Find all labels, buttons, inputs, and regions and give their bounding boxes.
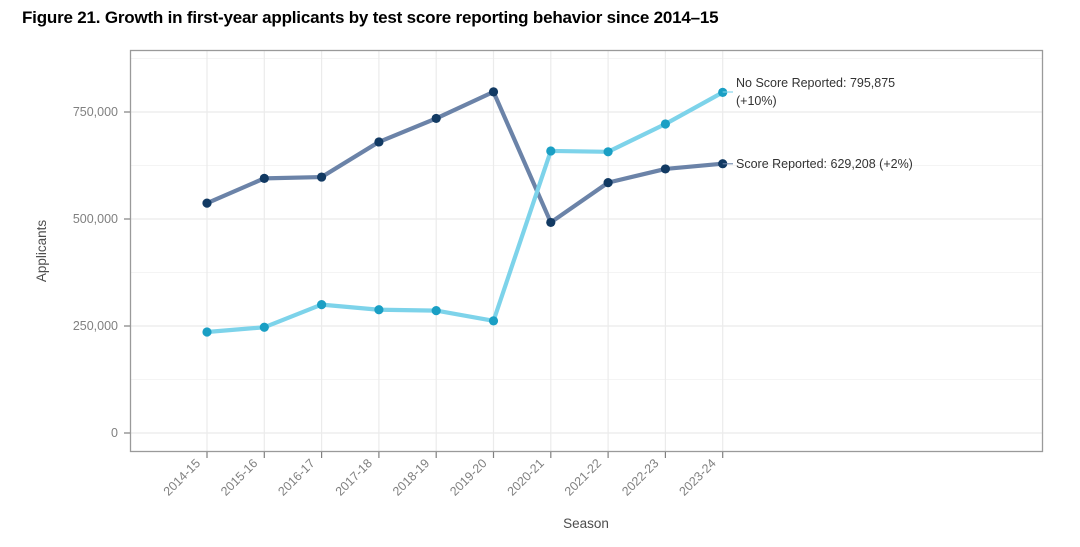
annotation-no-score-line2: (+10%) (736, 94, 777, 108)
data-point[interactable] (202, 198, 212, 208)
y-axis-ticks (124, 111, 130, 434)
data-point[interactable] (660, 164, 671, 174)
plot-panel (130, 50, 1043, 452)
x-tick-label-2023-24: 2023-24 (676, 456, 718, 498)
y-axis-title: Applicants (34, 220, 49, 283)
data-point[interactable] (546, 146, 556, 156)
data-point[interactable] (431, 113, 441, 124)
x-tick-label-2020-21: 2020-21 (505, 456, 547, 498)
x-tick-label-2016-17: 2016-17 (275, 456, 317, 498)
data-point[interactable] (546, 217, 556, 228)
data-point[interactable] (660, 119, 671, 129)
y-tick-label-0: 0 (111, 426, 118, 440)
x-tick-label-2022-23: 2022-23 (619, 456, 661, 498)
y-tick-label-250000: 250,000 (73, 319, 118, 333)
figure-container: Figure 21. Growth in first-year applican… (0, 0, 1080, 547)
chart-plot: 0 250,000 500,000 750,000 Applicants 201… (34, 49, 1044, 531)
data-point[interactable] (374, 305, 384, 315)
y-tick-label-500000: 500,000 (73, 212, 118, 226)
x-tick-label-2018-19: 2018-19 (390, 456, 432, 498)
x-tick-label-2019-20: 2019-20 (447, 456, 489, 498)
data-point[interactable] (488, 316, 499, 326)
data-point[interactable] (374, 137, 384, 147)
data-point[interactable] (488, 87, 499, 97)
x-tick-label-2015-16: 2015-16 (218, 456, 260, 498)
x-axis-ticks (206, 452, 724, 458)
data-point[interactable] (317, 300, 327, 310)
x-axis-title: Season (563, 516, 609, 531)
x-tick-label-2021-22: 2021-22 (562, 456, 604, 498)
annotation-score-reported: Score Reported: 629,208 (+2%) (736, 157, 913, 171)
data-point[interactable] (603, 147, 613, 157)
data-point[interactable] (202, 327, 212, 337)
annotation-no-score-line1: No Score Reported: 795,875 (736, 76, 895, 90)
data-point[interactable] (317, 172, 327, 182)
data-point[interactable] (431, 305, 441, 316)
x-tick-label-2014-15: 2014-15 (161, 456, 203, 498)
data-point[interactable] (603, 178, 613, 188)
x-tick-label-2017-18: 2017-18 (333, 456, 375, 498)
data-point[interactable] (259, 173, 269, 183)
data-point[interactable] (259, 322, 269, 332)
y-tick-label-750000: 750,000 (73, 105, 118, 119)
